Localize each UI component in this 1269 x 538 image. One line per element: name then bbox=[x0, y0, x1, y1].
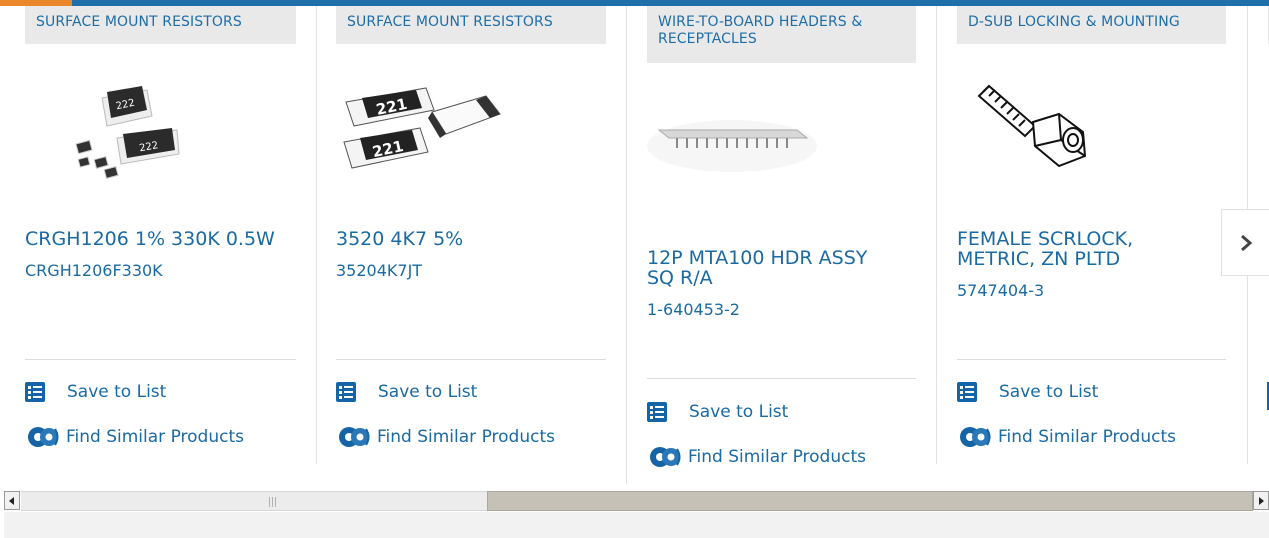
product-name-link[interactable]: 3520 4K7 5% bbox=[336, 229, 606, 249]
product-image[interactable] bbox=[647, 116, 817, 186]
save-to-list-button[interactable]: Save to List bbox=[25, 382, 166, 402]
product-card: SURFACE MOUNT RESISTORS 222 222 CRGH1206… bbox=[25, 6, 317, 466]
card-separator bbox=[336, 359, 606, 360]
category-label[interactable]: D-SUB LOCKING & MOUNTING bbox=[957, 6, 1226, 44]
product-card: D-SUB LOCKING & MOUNTING FEMALE SCRLOCK,… bbox=[957, 6, 1248, 466]
find-similar-products-button[interactable]: Find Similar Products bbox=[25, 425, 244, 449]
triangle-left-icon bbox=[9, 496, 14, 505]
part-number-link[interactable]: 35204K7JT bbox=[336, 262, 606, 280]
card-divider bbox=[316, 6, 317, 464]
gears-icon bbox=[339, 427, 370, 447]
horizontal-scrollbar[interactable] bbox=[4, 491, 1269, 512]
checklist-icon bbox=[647, 402, 667, 422]
save-to-list-button[interactable]: Save to List bbox=[647, 402, 788, 422]
scroll-left-button[interactable] bbox=[4, 491, 20, 510]
carousel-next-button[interactable] bbox=[1221, 209, 1269, 276]
gears-icon bbox=[650, 447, 681, 467]
save-to-list-label: Save to List bbox=[67, 382, 167, 402]
find-similar-label: Find Similar Products bbox=[998, 427, 1176, 447]
category-label[interactable]: SURFACE MOUNT RESISTORS bbox=[336, 6, 606, 44]
card-separator bbox=[25, 359, 296, 360]
save-to-list-label: Save to List bbox=[689, 402, 789, 422]
category-label[interactable]: WIRE-TO-BOARD HEADERS & RECEPTACLES bbox=[647, 6, 916, 63]
part-number-link[interactable]: 1-640453-2 bbox=[647, 301, 897, 319]
checklist-icon bbox=[25, 382, 45, 402]
triangle-right-icon bbox=[1259, 496, 1264, 505]
chevron-right-icon bbox=[1240, 234, 1252, 251]
footer-strip bbox=[4, 512, 1269, 538]
product-image[interactable]: 221 221 bbox=[336, 82, 506, 182]
card-divider bbox=[626, 6, 627, 484]
scrollbar-thumb[interactable] bbox=[487, 491, 1253, 511]
checklist-icon bbox=[957, 382, 977, 402]
part-number-link[interactable]: 5747404-3 bbox=[957, 282, 1197, 300]
save-to-list-button[interactable]: Save to List bbox=[957, 382, 1098, 402]
find-similar-label: Find Similar Products bbox=[66, 427, 244, 447]
product-name-link[interactable]: FEMALE SCRLOCK, METRIC, ZN PLTD bbox=[957, 229, 1197, 269]
gears-icon bbox=[28, 427, 59, 447]
find-similar-products-button[interactable]: Find Similar Products bbox=[957, 425, 1176, 449]
save-to-list-label: Save to List bbox=[999, 382, 1099, 402]
category-label[interactable]: SURFACE MOUNT RESISTORS bbox=[25, 6, 296, 44]
scroll-right-button[interactable] bbox=[1253, 491, 1269, 510]
save-to-list-label: Save to List bbox=[378, 382, 478, 402]
product-name-link[interactable]: CRGH1206 1% 330K 0.5W bbox=[25, 229, 295, 249]
product-image[interactable] bbox=[973, 80, 1113, 180]
checklist-icon bbox=[336, 382, 356, 402]
gears-icon bbox=[960, 427, 991, 447]
part-number-link[interactable]: CRGH1206F330K bbox=[25, 262, 295, 280]
scrollbar-grip bbox=[269, 497, 279, 507]
scrollbar-track[interactable] bbox=[21, 491, 488, 511]
card-separator bbox=[957, 359, 1226, 360]
find-similar-label: Find Similar Products bbox=[688, 447, 866, 467]
product-image[interactable]: 222 222 bbox=[47, 78, 197, 188]
card-divider bbox=[936, 6, 937, 464]
find-similar-label: Find Similar Products bbox=[377, 427, 555, 447]
save-to-list-button[interactable]: Save to List bbox=[336, 382, 477, 402]
product-card: WIRE-TO-BOARD HEADERS & RECEPTACLES 12P … bbox=[647, 6, 937, 486]
product-card: SURFACE MOUNT RESISTORS 221 221 3520 4K7… bbox=[336, 6, 627, 484]
find-similar-products-button[interactable]: Find Similar Products bbox=[647, 445, 866, 469]
find-similar-products-button[interactable]: Find Similar Products bbox=[336, 425, 555, 449]
card-separator bbox=[647, 378, 916, 379]
product-name-link[interactable]: 12P MTA100 HDR ASSY SQ R/A bbox=[647, 248, 897, 288]
